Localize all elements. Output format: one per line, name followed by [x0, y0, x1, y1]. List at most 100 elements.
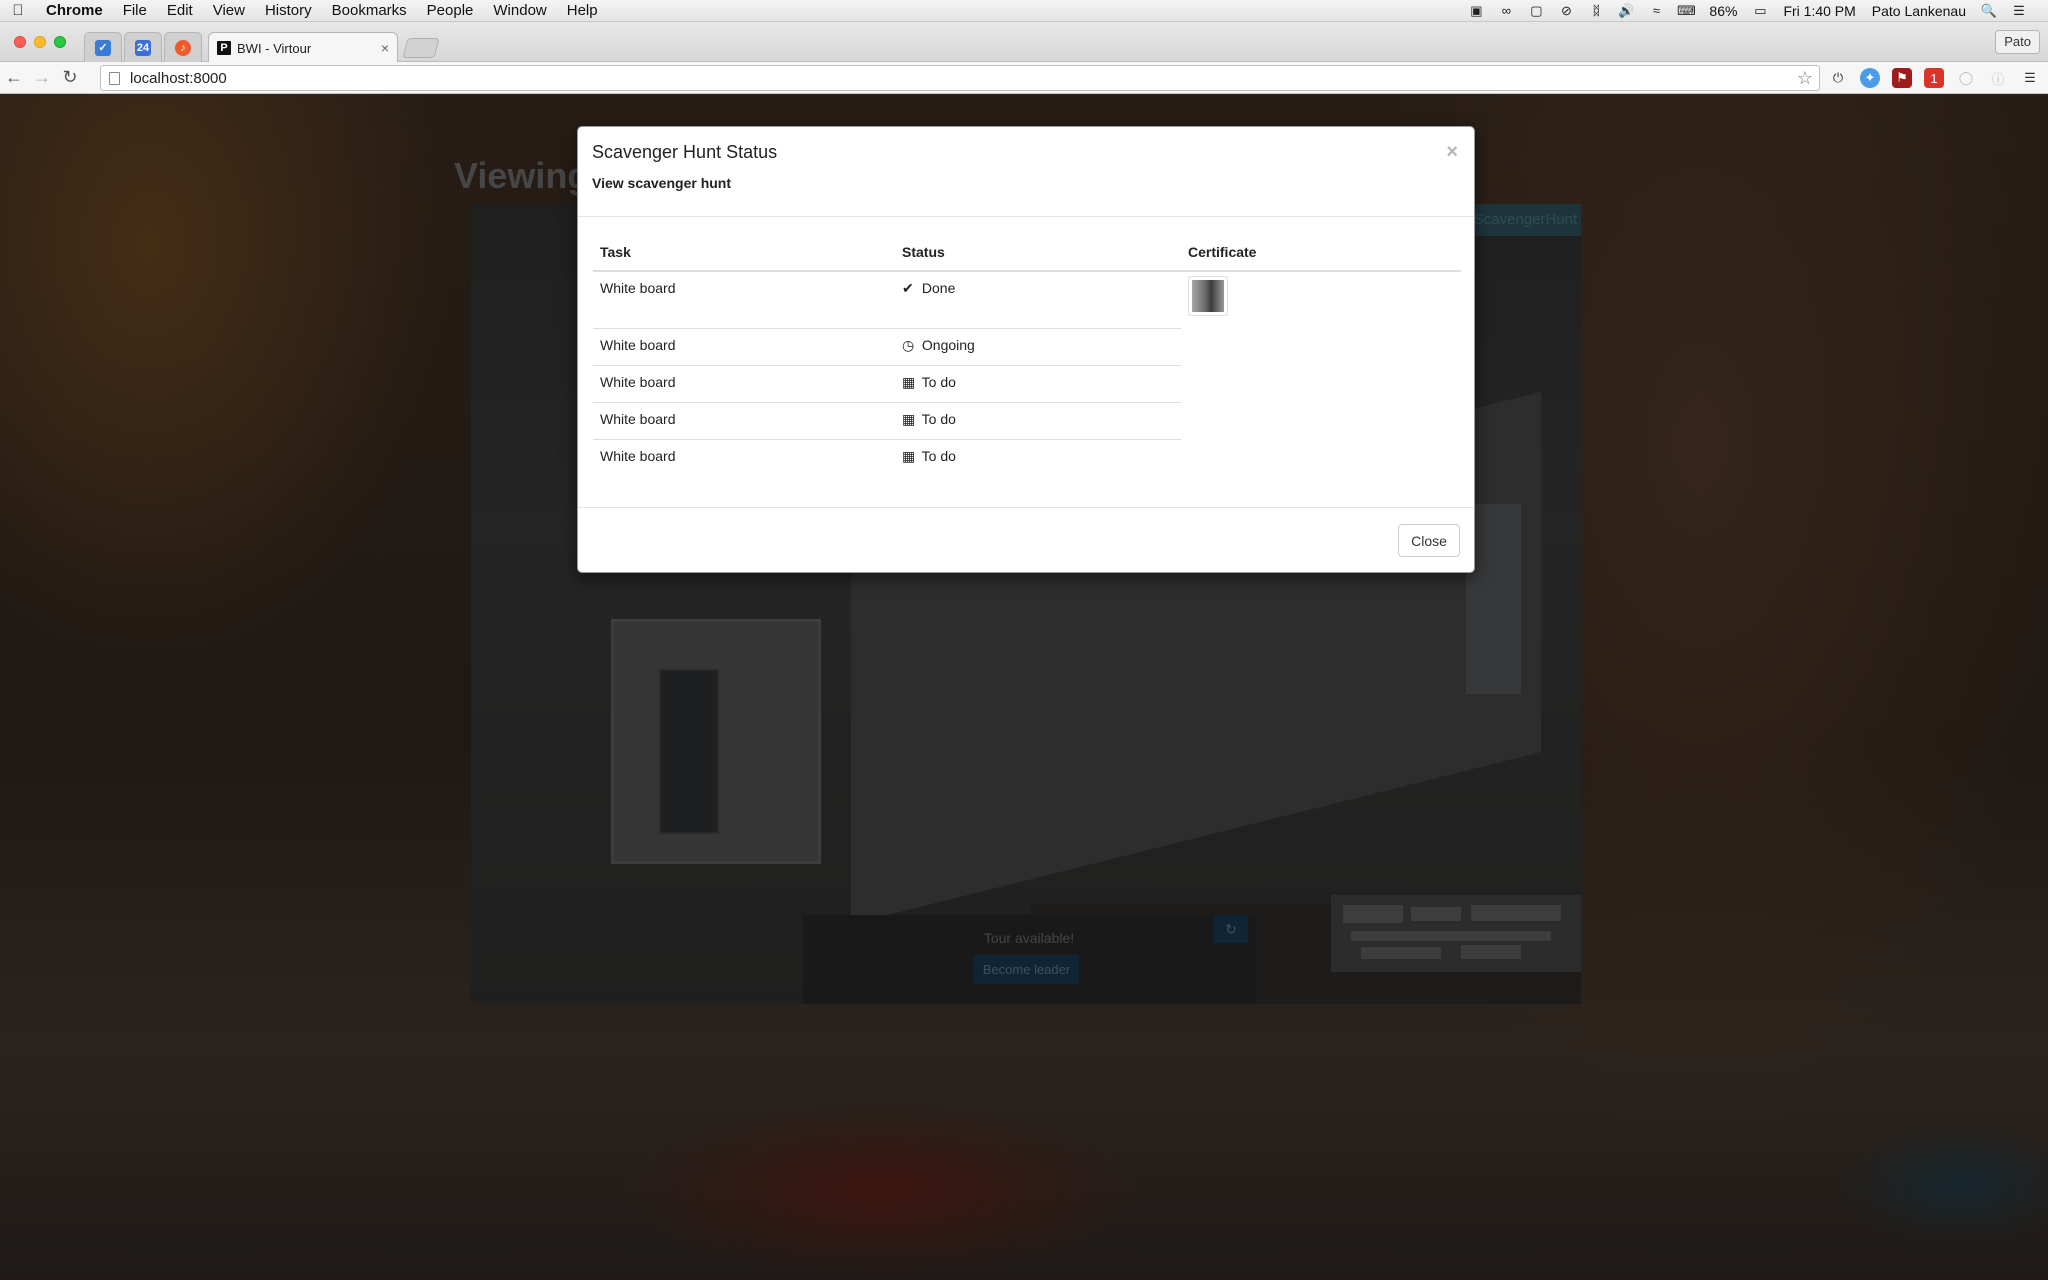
task-cell: White board [593, 438, 895, 476]
battery-percent[interactable]: 86% [1701, 3, 1745, 19]
calendar-icon: ▦ [902, 410, 916, 427]
calendar-icon: ▦ [902, 373, 916, 390]
close-icon[interactable]: × [1446, 141, 1458, 164]
page-icon [109, 71, 120, 85]
table-row: White board ✔ Done [593, 271, 1461, 328]
pinned-tab-calendar[interactable]: 24 [124, 32, 162, 62]
status-text: To do [921, 373, 956, 390]
pinned-tab-music[interactable]: ♪ [164, 32, 202, 62]
inbox-icon: ✓ [95, 39, 111, 56]
status-cell: ✔ Done [895, 271, 1181, 328]
table-row: White board ▦ To do [593, 364, 1461, 402]
site-favicon-icon: P [217, 41, 231, 55]
tab-bwi-virtour[interactable]: P BWI - Virtour × [208, 32, 398, 63]
certificate-cell [1181, 365, 1461, 402]
close-window-button[interactable] [14, 36, 26, 48]
certificate-cell [1181, 402, 1461, 439]
calendar-app-icon: 24 [135, 39, 151, 56]
modal-title: Scavenger Hunt Status [592, 142, 778, 162]
tab-strip: ✓ 24 ♪ P BWI - Virtour × Pato [0, 22, 2048, 63]
calendar-icon: ▦ [902, 447, 916, 464]
todo-extension-icon[interactable]: 1 [1924, 68, 1944, 88]
menu-window[interactable]: Window [483, 2, 556, 19]
battery-icon[interactable]: ▭ [1751, 3, 1769, 18]
browser-toolbar: ← → ↻ localhost:8000 ☆ ⏻ ✦ ⚑ 1 ◯ ⓘ ☰ [0, 62, 2048, 94]
check-icon: ✔ [902, 280, 914, 296]
glasses-icon[interactable]: ∞ [1497, 3, 1515, 18]
status-cell: ◷ Ongoing [895, 327, 1181, 365]
ublock-extension-icon[interactable]: ⚑ [1892, 68, 1912, 88]
minimize-window-button[interactable] [34, 36, 46, 48]
bookmark-star-icon[interactable]: ☆ [1797, 68, 1813, 89]
sync-icon[interactable]: ⊘ [1557, 3, 1575, 18]
tab-title: BWI - Virtour [237, 40, 312, 56]
modal-footer: Close [578, 507, 1474, 572]
info-extension-icon[interactable]: ⓘ [1988, 68, 2008, 88]
power-extension-icon[interactable]: ⏻ [1828, 68, 1848, 88]
display-icon[interactable]: ▣ [1467, 3, 1485, 18]
status-cell: ▦ To do [895, 364, 1181, 402]
new-tab-button[interactable] [402, 38, 440, 58]
window-controls [14, 36, 66, 48]
apple-icon[interactable]:  [0, 2, 36, 19]
notification-center-icon[interactable]: ☰ [2010, 3, 2028, 18]
profile-button[interactable]: Pato [1995, 30, 2040, 54]
zoom-window-button[interactable] [54, 36, 66, 48]
status-area: ▣ ∞ ▢ ⊘ ᛥ 🔊 ≈ ⌨ 86% ▭ Fri 1:40 PM Pato L… [1461, 0, 2048, 22]
scavenger-hunt-modal: Scavenger Hunt Status View scavenger hun… [577, 126, 1475, 573]
bird-extension-icon[interactable]: ✦ [1860, 68, 1880, 88]
macos-menu-bar:  Chrome File Edit View History Bookmark… [0, 0, 2048, 22]
status-text: To do [921, 410, 956, 427]
table-row: White board ▦ To do [593, 401, 1461, 439]
status-text: Ongoing [921, 336, 975, 353]
task-cell: White board [593, 364, 895, 402]
menu-chrome[interactable]: Chrome [36, 2, 113, 19]
address-bar[interactable]: localhost:8000 ☆ [100, 65, 1820, 91]
menu-file[interactable]: File [113, 2, 157, 19]
music-icon: ♪ [175, 39, 191, 56]
menu-help[interactable]: Help [557, 2, 608, 19]
table-row: White board ◷ Ongoing [593, 327, 1461, 365]
clock-icon: ◷ [902, 336, 915, 353]
globe-extension-icon[interactable]: ◯ [1956, 68, 1976, 88]
bluetooth-icon[interactable]: ᛥ [1587, 3, 1605, 18]
column-header-certificate: Certificate [1181, 234, 1461, 272]
status-table: Task Status Certificate White board ✔ Do… [593, 234, 1461, 476]
column-header-task: Task [593, 234, 895, 272]
reload-icon[interactable]: ↻ [56, 67, 84, 88]
pinned-tab-inbox[interactable]: ✓ [84, 32, 122, 62]
certificate-cell [1181, 439, 1461, 476]
menu-bookmarks[interactable]: Bookmarks [322, 2, 417, 19]
chrome-menu-icon[interactable]: ☰ [2020, 68, 2040, 88]
status-text: Done [921, 280, 956, 296]
certificate-thumbnail[interactable] [1188, 276, 1228, 316]
window-icon[interactable]: ▢ [1527, 3, 1545, 18]
task-cell: White board [600, 280, 676, 296]
close-button[interactable]: Close [1398, 524, 1460, 557]
user-name[interactable]: Pato Lankenau [1864, 3, 1974, 19]
keyboard-icon[interactable]: ⌨ [1677, 3, 1696, 18]
modal-header: Scavenger Hunt Status View scavenger hun… [578, 127, 1474, 217]
forward-arrow-icon[interactable]: → [28, 67, 56, 88]
task-cell: White board [593, 401, 895, 439]
modal-body: Task Status Certificate White board ✔ Do… [593, 234, 1461, 476]
menu-history[interactable]: History [255, 2, 322, 19]
url-text: localhost:8000 [130, 69, 227, 87]
status-cell: ▦ To do [895, 401, 1181, 439]
spotlight-search-icon[interactable]: 🔍 [1980, 3, 1998, 18]
back-arrow-icon[interactable]: ← [0, 67, 28, 88]
certificate-cell [1181, 328, 1461, 365]
menu-edit[interactable]: Edit [157, 2, 203, 19]
volume-icon[interactable]: 🔊 [1617, 3, 1635, 18]
certificate-cell [1181, 271, 1461, 328]
column-header-status: Status [895, 234, 1181, 272]
wifi-icon[interactable]: ≈ [1647, 3, 1665, 18]
table-row: White board ▦ To do [593, 438, 1461, 476]
menu-view[interactable]: View [203, 2, 255, 19]
clock[interactable]: Fri 1:40 PM [1775, 3, 1863, 19]
modal-subtitle: View scavenger hunt [592, 175, 732, 191]
menu-people[interactable]: People [417, 2, 484, 19]
status-cell: ▦ To do [895, 438, 1181, 476]
close-tab-icon[interactable]: × [381, 40, 389, 56]
table-header-row: Task Status Certificate [593, 234, 1461, 272]
